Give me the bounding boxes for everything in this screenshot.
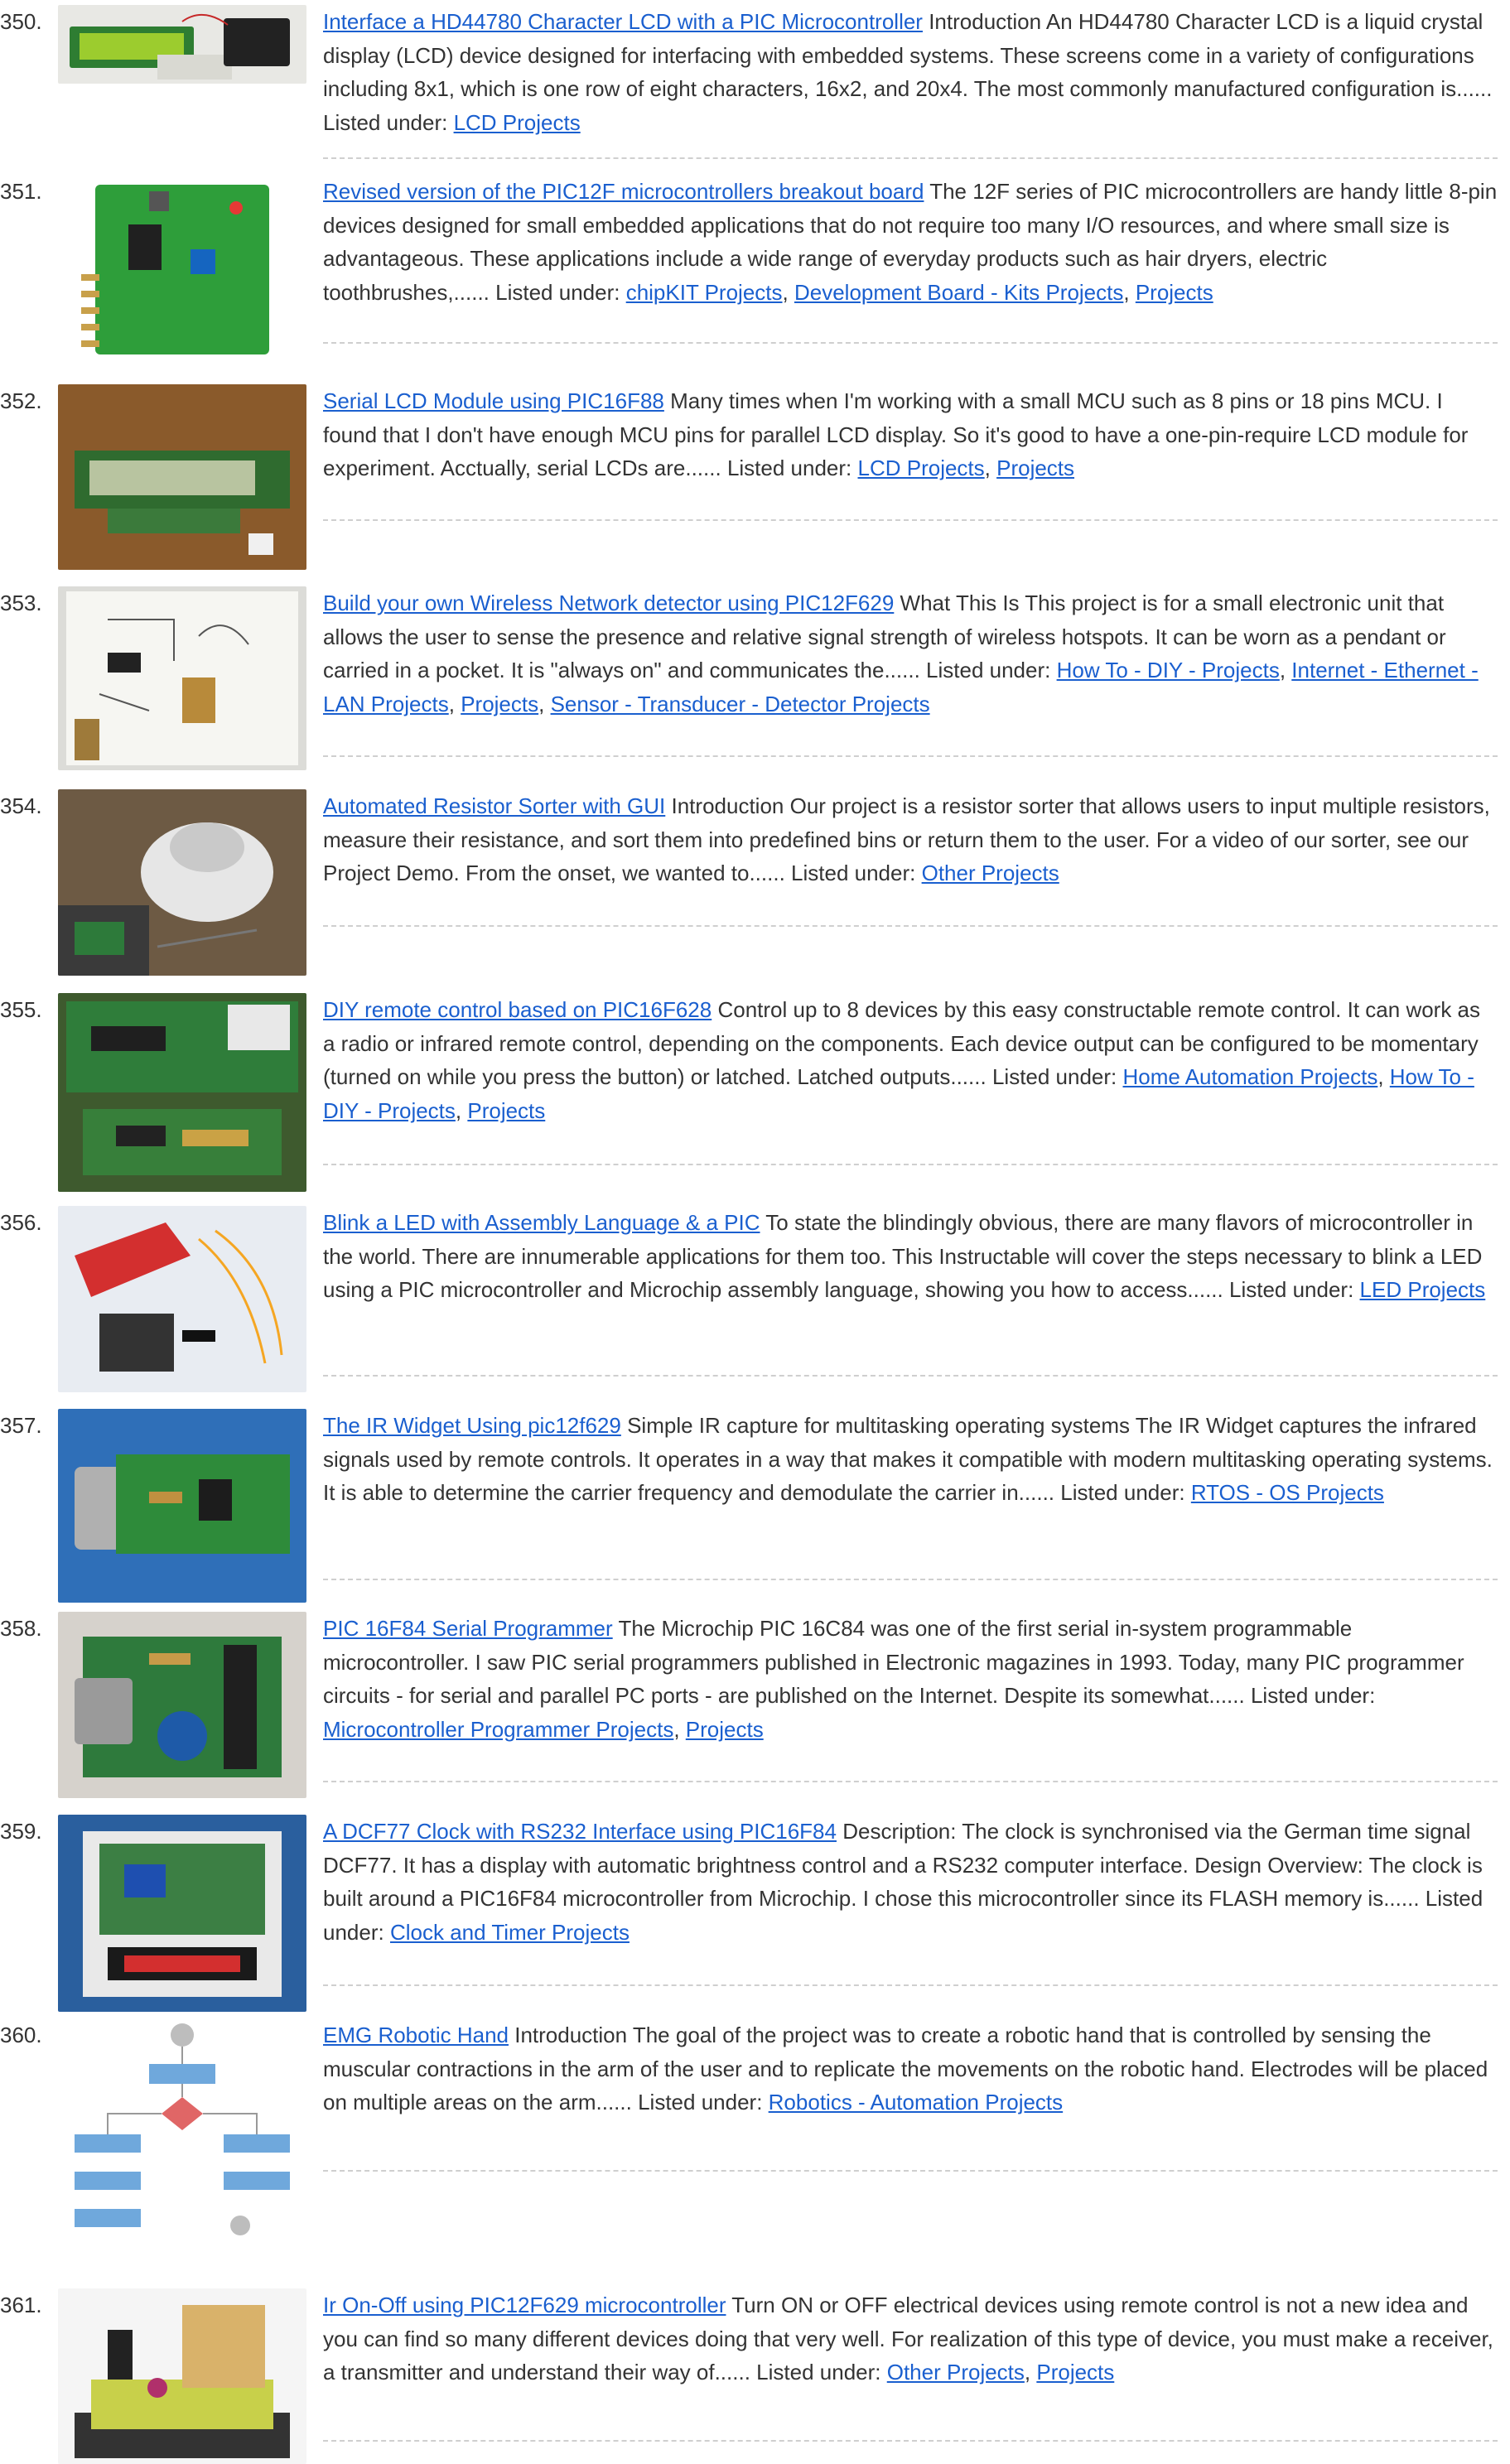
- category-link[interactable]: Clock and Timer Projects: [390, 1920, 630, 1945]
- project-title-link[interactable]: Revised version of the PIC12F microcontr…: [323, 179, 924, 204]
- entry-body: Blink a LED with Assembly Language & a P…: [323, 1206, 1498, 1307]
- entry-body: DIY remote control based on PIC16F628 Co…: [323, 997, 1481, 1123]
- listed-under-label: Listed under:: [1250, 1683, 1376, 1708]
- entry-number: 356.: [0, 1210, 42, 1235]
- entry-number: 357.: [0, 1413, 42, 1438]
- entry-number: 361.: [0, 2293, 42, 2317]
- entry-divider: [323, 1781, 1498, 1782]
- entry-number: 359.: [0, 1819, 42, 1844]
- category-link[interactable]: Microcontroller Programmer Projects: [323, 1717, 673, 1742]
- category-link[interactable]: chipKIT Projects: [626, 280, 783, 305]
- category-link[interactable]: LED Projects: [1360, 1277, 1486, 1302]
- entry-divider: [323, 1579, 1498, 1580]
- pickit-icon[interactable]: [58, 1206, 306, 1392]
- entry-divider: [323, 1164, 1498, 1165]
- project-title-link[interactable]: The IR Widget Using pic12f629: [323, 1413, 621, 1438]
- category-link[interactable]: Other Projects: [887, 2360, 1025, 2384]
- entry-divider: [323, 342, 1498, 344]
- resistor-sorter-icon[interactable]: [58, 789, 306, 976]
- category-link[interactable]: Projects: [1136, 280, 1213, 305]
- entry-body: Automated Resistor Sorter with GUI Intro…: [323, 789, 1498, 890]
- category-link[interactable]: Home Automation Projects: [1123, 1064, 1378, 1089]
- entry-divider: [323, 2440, 1498, 2442]
- entry-body: Build your own Wireless Network detector…: [323, 591, 1479, 716]
- listed-under-label: Listed under:: [991, 1064, 1117, 1089]
- category-link[interactable]: Projects: [461, 692, 538, 716]
- entry-body: EMG Robotic Hand Introduction The goal o…: [323, 2018, 1498, 2119]
- listed-under-label: Listed under:: [1228, 1277, 1354, 1302]
- category-link[interactable]: Projects: [467, 1098, 545, 1123]
- listed-under-label: Listed under:: [791, 861, 916, 885]
- entry-body: Revised version of the PIC12F microcontr…: [323, 179, 1498, 305]
- project-title-link[interactable]: EMG Robotic Hand: [323, 2023, 509, 2047]
- entry-body: Ir On-Off using PIC12F629 microcontrolle…: [323, 2293, 1493, 2384]
- entry-divider: [323, 519, 1498, 521]
- project-title-link[interactable]: Ir On-Off using PIC12F629 microcontrolle…: [323, 2293, 726, 2317]
- entry-number: 360.: [0, 2023, 42, 2047]
- entry-number: 353.: [0, 591, 42, 615]
- entry-divider: [323, 925, 1498, 927]
- serial-lcd-icon[interactable]: [58, 384, 306, 570]
- entry-body: The IR Widget Using pic12f629 Simple IR …: [323, 1409, 1498, 1510]
- listed-under-label: Listed under:: [323, 109, 448, 135]
- serial-programmer-icon[interactable]: [58, 1612, 306, 1798]
- entry-number: 355.: [0, 997, 42, 1022]
- category-link[interactable]: Projects: [996, 456, 1074, 480]
- project-title-link[interactable]: Build your own Wireless Network detector…: [323, 591, 894, 615]
- category-link[interactable]: Projects: [686, 1717, 764, 1742]
- entry-divider: [323, 1375, 1498, 1377]
- project-title-link[interactable]: Serial LCD Module using PIC16F88: [323, 388, 664, 413]
- project-title-link[interactable]: Interface a HD44780 Character LCD with a…: [323, 9, 923, 34]
- entry-divider: [323, 157, 1498, 159]
- project-title-link[interactable]: DIY remote control based on PIC16F628: [323, 997, 712, 1022]
- entry-number: 352.: [0, 388, 42, 413]
- entry-divider: [323, 755, 1498, 757]
- entry-number: 350.: [0, 9, 42, 34]
- category-link[interactable]: LCD Projects: [454, 110, 581, 135]
- listed-under-label: Listed under:: [726, 456, 852, 480]
- category-link[interactable]: LCD Projects: [858, 456, 985, 480]
- sketch-paper-icon[interactable]: [58, 586, 306, 770]
- listed-under-label: Listed under:: [756, 2360, 881, 2384]
- breakout-board-icon[interactable]: [58, 175, 306, 367]
- listed-under-label: Listed under:: [638, 2090, 763, 2114]
- entry-body: A DCF77 Clock with RS232 Interface using…: [323, 1815, 1498, 1949]
- category-link[interactable]: RTOS - OS Projects: [1191, 1480, 1384, 1505]
- category-link[interactable]: Sensor - Transducer - Detector Projects: [551, 692, 930, 716]
- category-link[interactable]: Projects: [1036, 2360, 1114, 2384]
- dcf77-clock-icon[interactable]: [58, 1815, 306, 2012]
- project-title-link[interactable]: Blink a LED with Assembly Language & a P…: [323, 1210, 760, 1235]
- entry-body: PIC 16F84 Serial Programmer The Microchi…: [323, 1616, 1464, 1742]
- rf-module-icon[interactable]: [58, 993, 306, 1192]
- project-title-link[interactable]: Automated Resistor Sorter with GUI: [323, 793, 665, 818]
- listed-under-label: Listed under:: [1060, 1480, 1185, 1505]
- entry-number: 354.: [0, 793, 42, 818]
- lcd-breadboard-icon[interactable]: [58, 5, 306, 84]
- project-title-link[interactable]: PIC 16F84 Serial Programmer: [323, 1616, 613, 1641]
- entry-number: 358.: [0, 1616, 42, 1641]
- listed-under-label: Listed under:: [495, 279, 620, 305]
- listed-under-label: Listed under:: [926, 658, 1051, 682]
- entry-body: Serial LCD Module using PIC16F88 Many ti…: [323, 388, 1469, 480]
- category-link[interactable]: Robotics - Automation Projects: [769, 2090, 1064, 2114]
- category-link[interactable]: Development Board - Kits Projects: [794, 280, 1123, 305]
- ir-relay-icon[interactable]: [58, 2288, 306, 2464]
- entry-number: 351.: [0, 179, 42, 204]
- entry-divider: [323, 1984, 1498, 1986]
- entry-body: Interface a HD44780 Character LCD with a…: [323, 5, 1498, 139]
- entry-divider: [323, 2170, 1498, 2172]
- category-link[interactable]: How To - DIY - Projects: [1057, 658, 1280, 682]
- ir-widget-icon[interactable]: [58, 1409, 306, 1603]
- category-link[interactable]: Other Projects: [922, 861, 1059, 885]
- flowchart-icon[interactable]: [58, 2018, 306, 2250]
- project-title-link[interactable]: A DCF77 Clock with RS232 Interface using…: [323, 1819, 837, 1844]
